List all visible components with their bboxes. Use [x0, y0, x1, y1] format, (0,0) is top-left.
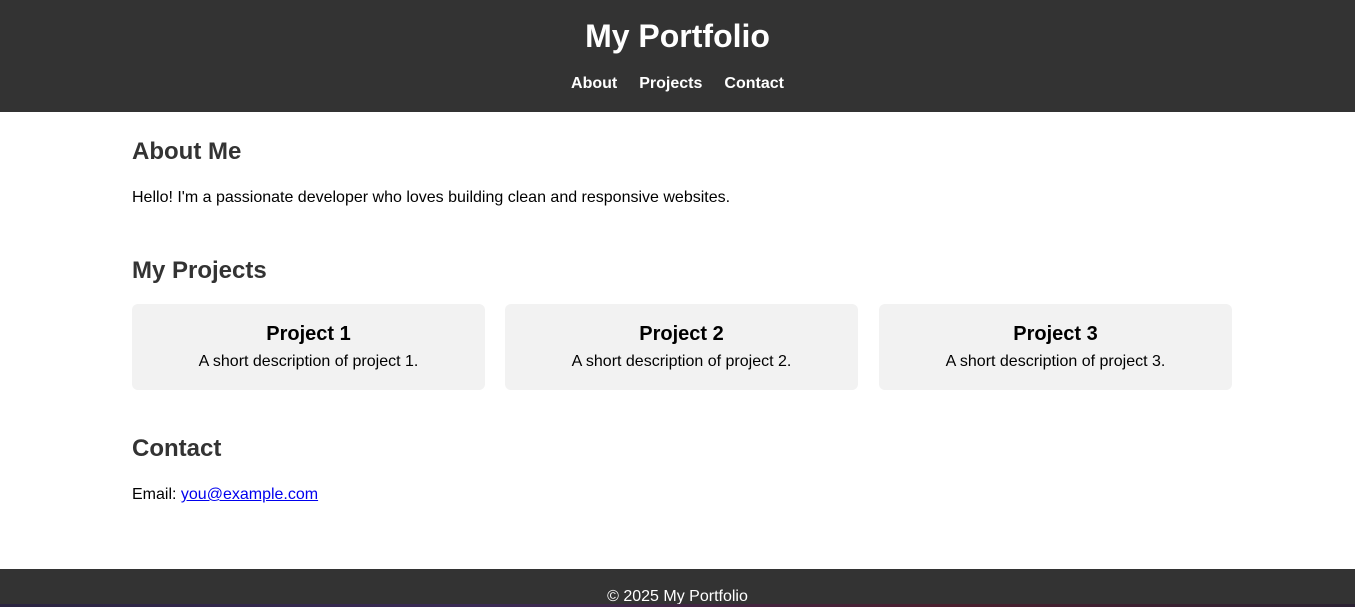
project-card: Project 2 A short description of project… [505, 304, 858, 390]
project-title: Project 3 [1013, 323, 1098, 345]
projects-grid: Project 1 A short description of project… [132, 304, 1232, 390]
contact-email-line: Email: you@example.com [132, 485, 1232, 505]
site-header: My Portfolio About Projects Contact [0, 0, 1355, 112]
contact-heading: Contact [132, 435, 222, 462]
project-description: A short description of project 2. [571, 353, 792, 370]
project-card: Project 1 A short description of project… [132, 304, 485, 390]
project-title: Project 1 [266, 323, 351, 345]
nav-link-about[interactable]: About [571, 74, 617, 94]
site-footer: © 2025 My Portfolio [0, 569, 1355, 607]
project-description: A short description of project 1. [198, 353, 419, 370]
about-text: Hello! I'm a passionate developer who lo… [132, 189, 731, 206]
nav-link-contact[interactable]: Contact [724, 74, 784, 94]
nav-link-projects[interactable]: Projects [639, 74, 702, 94]
project-description: A short description of project 3. [945, 353, 1166, 370]
projects-heading: My Projects [132, 257, 267, 284]
site-title: My Portfolio [585, 18, 770, 54]
about-heading: About Me [132, 138, 242, 165]
project-card: Project 3 A short description of project… [879, 304, 1232, 390]
main-nav: About Projects Contact [0, 74, 1355, 94]
project-title: Project 2 [639, 323, 724, 345]
email-link[interactable]: you@example.com [181, 486, 318, 503]
email-label: Email: [132, 486, 177, 503]
